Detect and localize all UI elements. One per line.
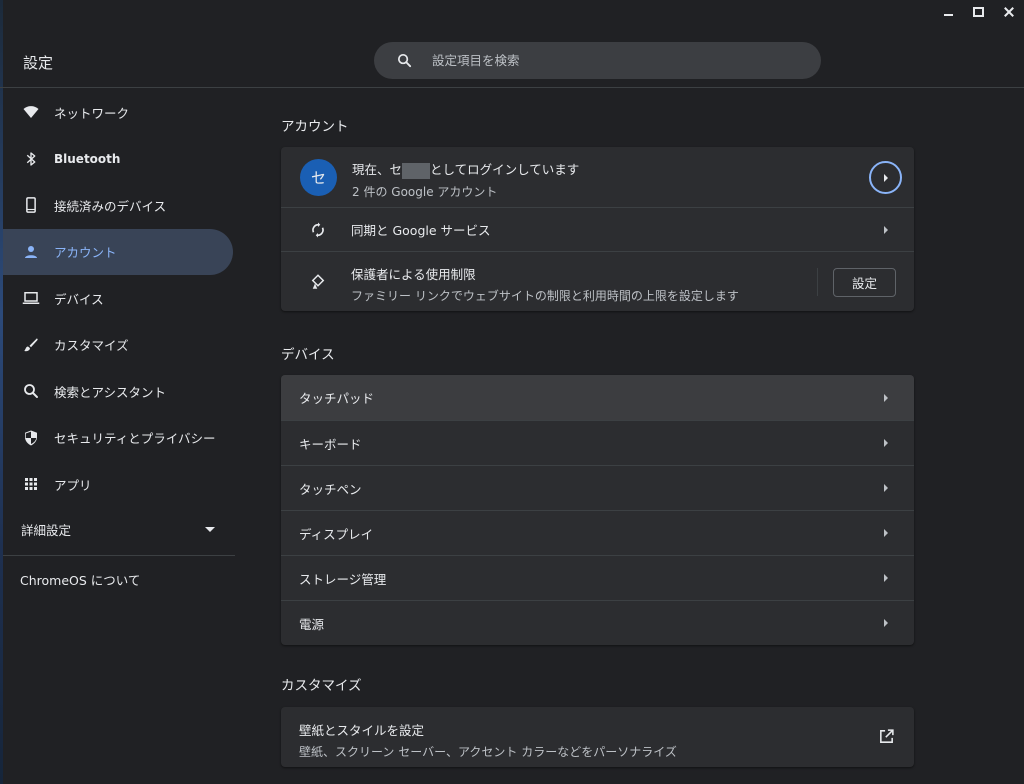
device-item-power[interactable]: 電源 — [281, 600, 914, 645]
bluetooth-icon — [22, 150, 40, 168]
sidebar-item-search-assistant[interactable]: 検索とアシスタント — [3, 368, 233, 415]
signin-row[interactable]: セ 現在、セ としてログインしています 2 件の Google アカウント — [281, 147, 914, 207]
minimize-button[interactable] — [934, 0, 964, 24]
account-count: 2 件の Google アカウント — [352, 184, 498, 199]
sidebar-item-customize[interactable]: カスタマイズ — [3, 322, 233, 369]
parental-controls-setup-button[interactable]: 設定 — [833, 268, 896, 297]
sidebar-item-connected-devices[interactable]: 接続済みのデバイス — [3, 182, 233, 229]
parental-controls-row: 保護者による使用制限 ファミリー リンクでウェブサイトの制限と利用時間の上限を設… — [281, 251, 914, 311]
arrow-right-icon — [884, 574, 888, 582]
apps-grid-icon — [22, 475, 40, 493]
device-item-label: 電源 — [299, 616, 325, 632]
signin-status-prefix: 現在、セ — [352, 162, 403, 177]
device-item-label: ディスプレイ — [299, 526, 374, 542]
wallpaper-style-row[interactable]: 壁紙とスタイルを設定 壁紙、スクリーン セーバー、アクセント カラーなどをパーソ… — [281, 707, 914, 767]
maximize-button[interactable] — [964, 0, 994, 24]
redacted-name — [402, 162, 431, 179]
advanced-settings-toggle[interactable]: 詳細設定 — [3, 508, 235, 552]
shield-icon — [22, 429, 40, 447]
sidebar-item-network[interactable]: ネットワーク — [3, 89, 233, 136]
device-item-stylus[interactable]: タッチペン — [281, 465, 914, 510]
advanced-settings-label: 詳細設定 — [21, 523, 72, 538]
caret-down-icon — [205, 526, 215, 532]
signin-status: 現在、セ としてログインしています — [352, 159, 579, 179]
sidebar-item-device[interactable]: デバイス — [3, 275, 233, 322]
customize-card: 壁紙とスタイルを設定 壁紙、スクリーン セーバー、アクセント カラーなどをパーソ… — [281, 707, 914, 767]
sidebar-item-label: Bluetooth — [54, 151, 121, 166]
device-card: タッチパッド キーボード タッチペン ディスプレイ ストレージ管理 電源 — [281, 375, 914, 645]
sidebar-item-label: カスタマイズ — [54, 338, 129, 354]
wallpaper-style-label: 壁紙とスタイルを設定 — [299, 723, 425, 738]
device-item-label: タッチペン — [299, 481, 362, 497]
page-title: 設定 — [23, 54, 54, 72]
sync-label: 同期と Google サービス — [351, 223, 491, 238]
arrow-right-icon — [884, 529, 888, 537]
open-accounts-button[interactable] — [869, 161, 902, 194]
device-item-storage[interactable]: ストレージ管理 — [281, 555, 914, 600]
device-item-label: キーボード — [299, 436, 362, 452]
parental-controls-description: ファミリー リンクでウェブサイトの制限と利用時間の上限を設定します — [351, 289, 739, 303]
minimize-icon — [944, 14, 953, 16]
sidebar-item-apps[interactable]: アプリ — [3, 461, 233, 508]
signin-text: 現在、セ としてログインしています 2 件の Google アカウント — [352, 159, 579, 200]
sidebar-item-label: 検索とアシスタント — [54, 384, 167, 400]
sync-icon — [312, 222, 324, 237]
search-box[interactable] — [374, 42, 821, 79]
parental-controls-text: 保護者による使用制限 ファミリー リンクでウェブサイトの制限と利用時間の上限を設… — [351, 264, 739, 304]
window-controls — [934, 0, 1024, 24]
arrow-right-icon — [884, 174, 888, 182]
brush-icon — [22, 336, 40, 354]
vertical-divider — [817, 268, 818, 296]
sidebar-item-label: ネットワーク — [54, 105, 130, 121]
sidebar-item-label: セキュリティとプライバシー — [54, 431, 216, 447]
sidebar-item-label: デバイス — [54, 291, 104, 307]
device-item-display[interactable]: ディスプレイ — [281, 510, 914, 555]
search-icon — [22, 382, 40, 400]
device-item-keyboard[interactable]: キーボード — [281, 420, 914, 465]
sidebar-item-label: アカウント — [54, 245, 117, 261]
arrow-right-icon — [884, 393, 888, 402]
search-input[interactable] — [432, 42, 802, 79]
device-item-label: タッチパッド — [299, 391, 375, 406]
sidebar: ネットワーク Bluetooth 接続済みのデバイス アカウント デバイス カス… — [3, 89, 235, 604]
device-item-label: ストレージ管理 — [299, 571, 387, 587]
sidebar-item-bluetooth[interactable]: Bluetooth — [3, 136, 233, 183]
wallpaper-style-description: 壁紙、スクリーン セーバー、アクセント カラーなどをパーソナライズ — [299, 745, 677, 759]
header: 設定 — [0, 0, 1024, 88]
close-button[interactable] — [994, 0, 1024, 24]
wallpaper-style-text: 壁紙とスタイルを設定 壁紙、スクリーン セーバー、アクセント カラーなどをパーソ… — [299, 720, 677, 760]
arrow-right-icon — [884, 619, 888, 627]
sidebar-item-label: アプリ — [54, 477, 92, 493]
parental-controls-label: 保護者による使用制限 — [351, 267, 476, 282]
maximize-icon — [973, 7, 984, 17]
search-icon — [397, 53, 412, 68]
about-chromeos-label: ChromeOS について — [20, 573, 141, 588]
about-chromeos-link[interactable]: ChromeOS について — [3, 556, 235, 604]
parental-controls-icon — [311, 273, 325, 289]
arrow-right-icon — [884, 225, 888, 234]
wifi-icon — [22, 103, 40, 121]
section-title-device: デバイス — [281, 347, 335, 363]
section-title-customize: カスタマイズ — [281, 678, 362, 694]
sidebar-item-account[interactable]: アカウント — [3, 228, 233, 275]
sync-row[interactable]: 同期と Google サービス — [281, 207, 914, 251]
person-icon — [22, 243, 40, 261]
account-card: セ 現在、セ としてログインしています 2 件の Google アカウント 同期と… — [281, 147, 914, 311]
laptop-icon — [22, 289, 40, 307]
phone-icon — [22, 196, 40, 214]
settings-window: 設定 ネットワーク Bluetooth — [0, 0, 1024, 784]
device-item-touchpad[interactable]: タッチパッド — [281, 375, 914, 420]
open-external-icon[interactable] — [878, 728, 895, 745]
arrow-right-icon — [884, 439, 888, 447]
sidebar-item-security-privacy[interactable]: セキュリティとプライバシー — [3, 415, 233, 462]
arrow-right-icon — [884, 484, 888, 492]
signin-status-suffix: としてログインしています — [430, 162, 580, 177]
section-title-account: アカウント — [281, 119, 349, 135]
avatar: セ — [300, 159, 337, 196]
sidebar-item-label: 接続済みのデバイス — [54, 198, 167, 214]
